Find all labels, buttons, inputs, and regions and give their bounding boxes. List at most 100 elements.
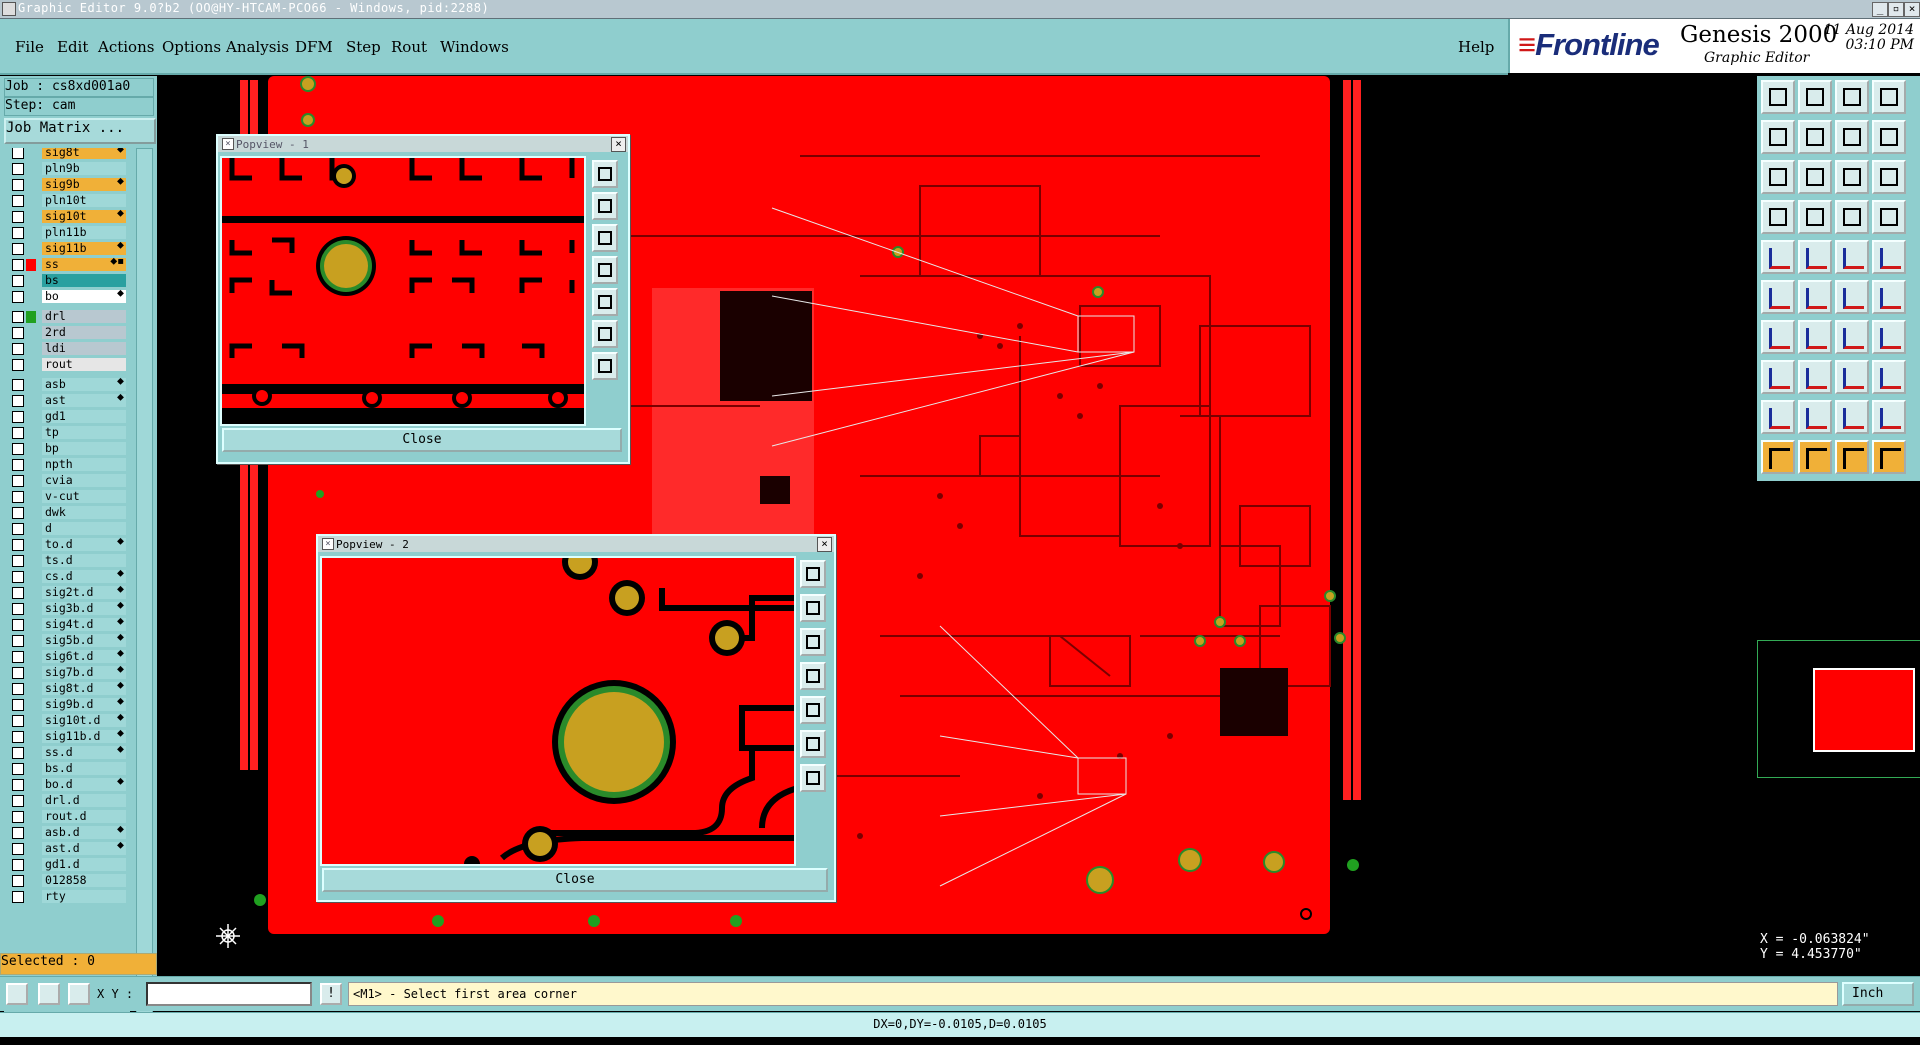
navigator-viewport[interactable] [1813, 668, 1915, 752]
layer-checkbox[interactable] [12, 195, 24, 207]
popview-2-zoom-in-button[interactable] [800, 764, 826, 792]
layer-row[interactable]: cvia [4, 474, 130, 488]
layer-checkbox[interactable] [12, 459, 24, 471]
layer-name[interactable]: bs [42, 274, 126, 287]
layer-row[interactable]: sig11b ⬥ [4, 240, 130, 256]
ruler-button[interactable] [1835, 240, 1869, 274]
popview-2-zoom-out-button[interactable] [800, 730, 826, 758]
layer-name[interactable]: sig8t.d [42, 682, 126, 695]
layer-color-swatch[interactable] [26, 891, 36, 903]
popview-1-window[interactable]: × Popview - 1 × Close [216, 134, 630, 464]
xy-input[interactable] [146, 982, 312, 1006]
layout-button[interactable] [1872, 80, 1906, 114]
layer-checkbox[interactable] [12, 731, 24, 743]
layer-color-swatch[interactable] [26, 507, 36, 519]
line-button[interactable] [1798, 240, 1832, 274]
layer-name[interactable]: 2rd [42, 326, 126, 339]
layer-color-swatch[interactable] [26, 875, 36, 887]
scale-button[interactable] [1835, 160, 1869, 194]
resize-button[interactable] [1835, 360, 1869, 394]
popview-2-pan-left-button[interactable] [800, 662, 826, 690]
layer-row[interactable]: bs.d [4, 762, 130, 776]
measure-icon[interactable] [38, 983, 60, 1005]
layer-color-swatch[interactable] [26, 291, 36, 303]
layer-checkbox[interactable] [12, 327, 24, 339]
layer-row[interactable]: sig9b.d ⬥ [4, 696, 130, 712]
maximize-button[interactable]: ▫ [1888, 2, 1904, 17]
pan-left-button[interactable] [1761, 120, 1795, 154]
layer-row[interactable]: ss ⬥▪ [4, 256, 130, 272]
pointer-select-button[interactable] [1798, 440, 1832, 474]
popview-1-pan-left-button[interactable] [592, 256, 618, 284]
layer-name[interactable]: dwk [42, 506, 126, 519]
zoom-home-button[interactable] [1761, 80, 1795, 114]
popview-1-view[interactable] [220, 156, 586, 426]
popview-1-close-icon[interactable]: × [611, 137, 626, 152]
menu-step[interactable]: Step [346, 38, 381, 56]
layer-name[interactable]: asb [42, 378, 126, 391]
layer-row[interactable]: asb.d ⬥ [4, 824, 130, 840]
layer-color-swatch[interactable] [26, 148, 36, 159]
layer-name[interactable]: npth [42, 458, 126, 471]
layer-color-swatch[interactable] [26, 359, 36, 371]
menu-rout[interactable]: Rout [391, 38, 427, 56]
layer-color-swatch[interactable] [26, 343, 36, 355]
cut-line-button[interactable] [1798, 360, 1832, 394]
popview-2-view[interactable] [320, 556, 796, 866]
layer-name[interactable]: sig6t.d [42, 650, 126, 663]
pointer-multi-button[interactable] [1872, 440, 1906, 474]
layer-color-swatch[interactable] [26, 651, 36, 663]
popview-1-close-button[interactable]: Close [222, 428, 622, 452]
layer-name[interactable]: sig11b.d [42, 730, 126, 743]
layer-color-swatch[interactable] [26, 715, 36, 727]
layer-name[interactable]: ast.d [42, 842, 126, 855]
layer-checkbox[interactable] [12, 619, 24, 631]
center-button[interactable] [1798, 160, 1832, 194]
layer-row[interactable]: sig6t.d ⬥ [4, 648, 130, 664]
popview-1-pan-up-button[interactable] [592, 192, 618, 220]
layer-color-swatch[interactable] [26, 795, 36, 807]
layer-name[interactable]: sig2t.d [42, 586, 126, 599]
layer-row[interactable]: drl [4, 310, 130, 324]
popview-2-pan-up-button[interactable] [800, 594, 826, 622]
layer-row[interactable]: rout.d [4, 810, 130, 824]
layer-checkbox[interactable] [12, 539, 24, 551]
layer-row[interactable]: sig10t ⬥ [4, 208, 130, 224]
menu-edit[interactable]: Edit [57, 38, 88, 56]
snap-button[interactable] [1835, 120, 1869, 154]
layer-name[interactable]: gd1 [42, 410, 126, 423]
layer-checkbox[interactable] [12, 379, 24, 391]
layer-checkbox[interactable] [12, 227, 24, 239]
popview-1-zoom-area-button[interactable] [592, 160, 618, 188]
fit-button[interactable] [1761, 160, 1795, 194]
redraw-button[interactable] [1872, 120, 1906, 154]
layer-checkbox[interactable] [12, 603, 24, 615]
layer-checkbox[interactable] [12, 683, 24, 695]
layer-name[interactable]: 012858 [42, 874, 126, 887]
popview-2-pan-right-button[interactable] [800, 696, 826, 724]
home-button[interactable] [1835, 80, 1869, 114]
layer-checkbox[interactable] [12, 635, 24, 647]
snap-icon[interactable] [6, 983, 28, 1005]
layer-row[interactable]: bp [4, 442, 130, 456]
layer-color-swatch[interactable] [26, 311, 36, 323]
popview-2-window[interactable]: × Popview - 2 × Close [316, 534, 836, 902]
layer-color-swatch[interactable] [26, 227, 36, 239]
layer-checkbox[interactable] [12, 715, 24, 727]
layer-name[interactable]: ts.d [42, 554, 126, 567]
layer-checkbox[interactable] [12, 259, 24, 271]
rotate-button[interactable] [1835, 320, 1869, 354]
menu-dfm[interactable]: DFM [295, 38, 333, 56]
layer-color-swatch[interactable] [26, 211, 36, 223]
layer-color-swatch[interactable] [26, 667, 36, 679]
layer-color-swatch[interactable] [26, 699, 36, 711]
surface-button[interactable] [1835, 400, 1869, 434]
layer-checkbox[interactable] [12, 891, 24, 903]
layer-checkbox[interactable] [12, 811, 24, 823]
layer-name[interactable]: ldi [42, 342, 126, 355]
layer-row[interactable]: dwk [4, 506, 130, 520]
layer-name[interactable]: gd1.d [42, 858, 126, 871]
layer-color-swatch[interactable] [26, 843, 36, 855]
layer-name[interactable]: drl [42, 310, 126, 323]
layer-color-swatch[interactable] [26, 275, 36, 287]
